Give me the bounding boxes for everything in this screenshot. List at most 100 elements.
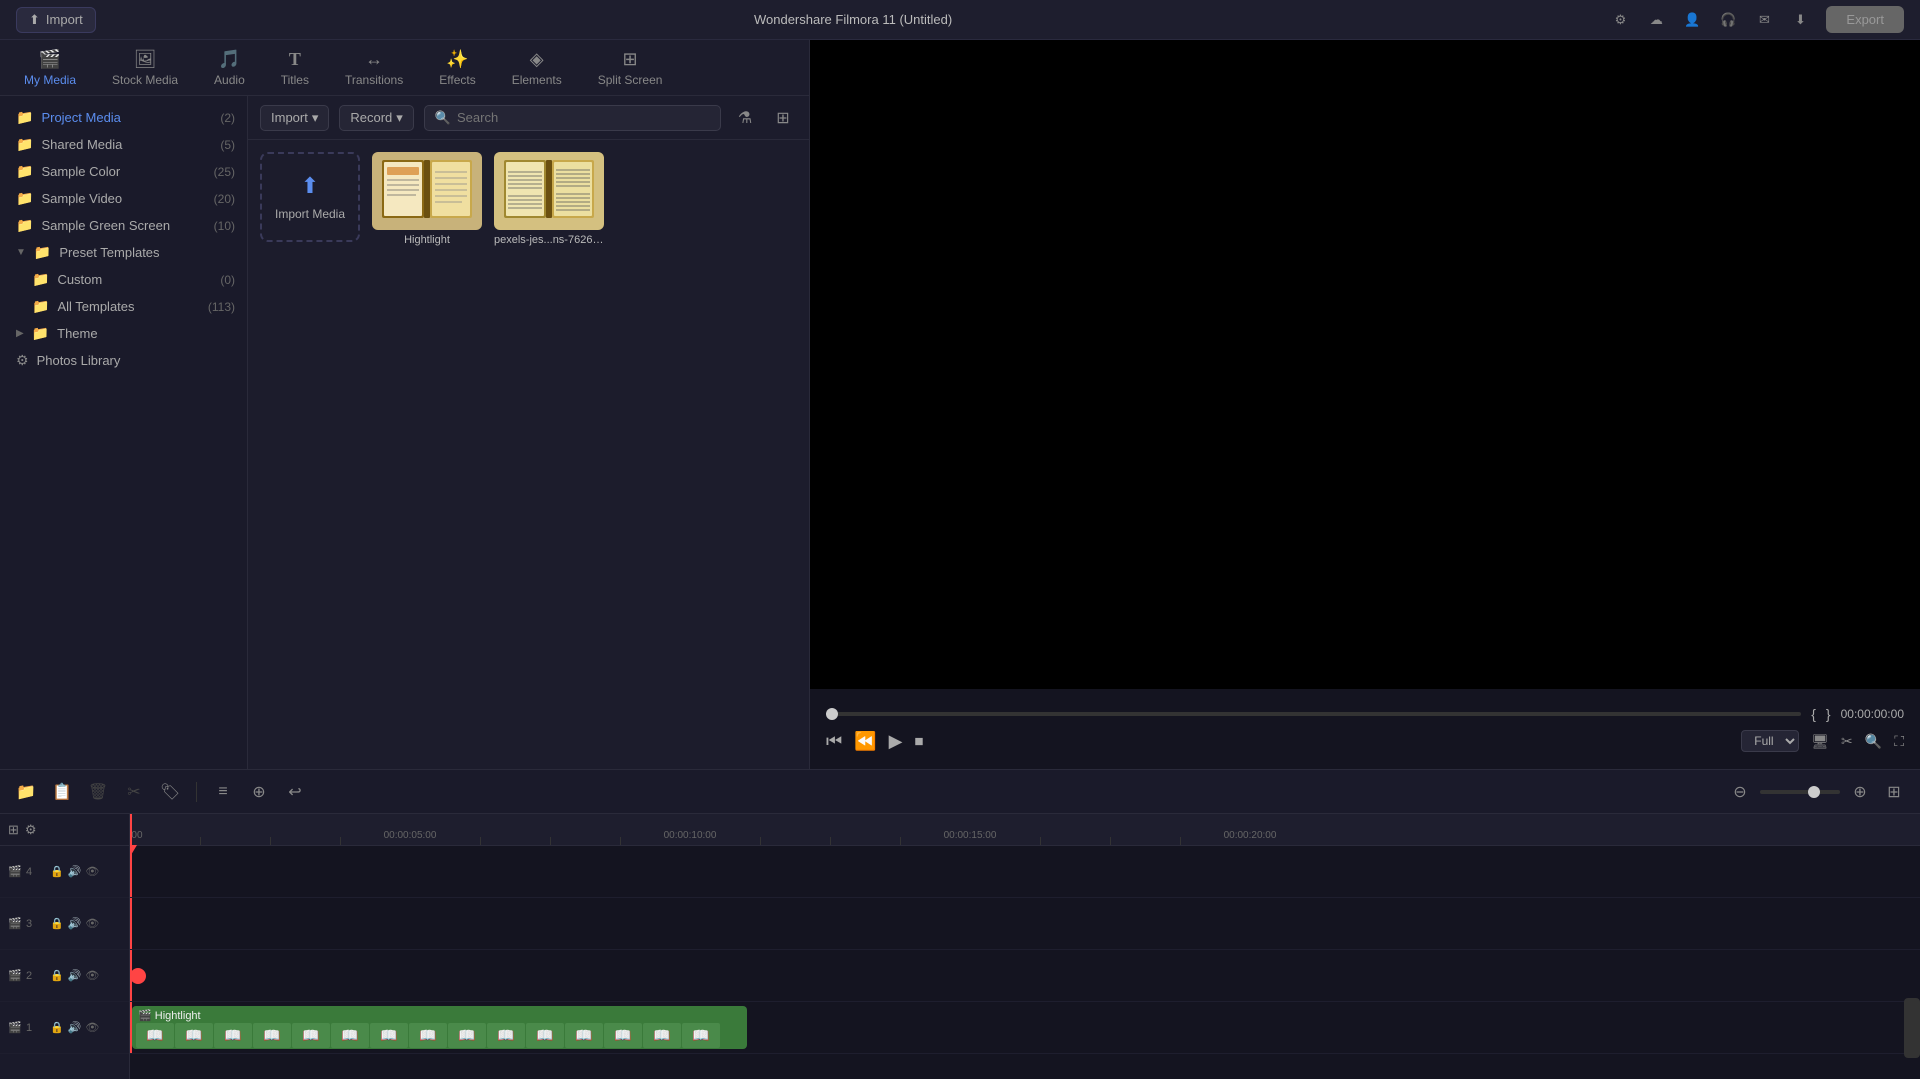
sidebar-item-project-media[interactable]: 📁 Project Media (2)	[0, 104, 247, 131]
mail-icon[interactable]: ✉	[1754, 10, 1774, 30]
track-2-eye-icon[interactable]: 👁	[85, 969, 99, 982]
track-4-lock-icon[interactable]: 🔒	[50, 865, 64, 878]
zoom-in-icon[interactable]: ⊕	[1846, 778, 1874, 806]
content-area: 📁 Project Media (2) 📁 Shared Media (5) 📁…	[0, 96, 809, 769]
tab-audio[interactable]: 🎵 Audio	[198, 45, 261, 91]
track-3-eye-icon[interactable]: 👁	[85, 917, 99, 930]
transitions-icon: ↔	[365, 49, 383, 70]
clip-frame-4: 📖	[253, 1023, 291, 1048]
theme-label: Theme	[57, 326, 235, 341]
media-thumb-pexels[interactable]: pexels-jes...ns-762687	[494, 152, 604, 246]
top-import-button[interactable]: ⬆ Import	[16, 7, 96, 33]
stop-button[interactable]: ⏹	[914, 731, 923, 752]
grid-icon[interactable]: ⊞	[769, 104, 797, 132]
track-2-video-icon: 🎬	[8, 969, 22, 982]
folder-icon-sample-video: 📁	[16, 190, 33, 207]
progress-thumb[interactable]	[826, 708, 838, 720]
track-row-2: 🎬 2 🔒 🔊 👁	[0, 950, 129, 1002]
filter-icon[interactable]: ⚗	[731, 104, 759, 132]
folder-icon-sample-color: 📁	[16, 163, 33, 180]
progress-track[interactable]	[826, 712, 1801, 716]
tl-magnet-icon[interactable]: ⊕	[245, 778, 273, 806]
playhead-3	[130, 898, 132, 949]
import-media-card[interactable]: ⬆ Import Media	[260, 152, 360, 242]
sidebar-item-sample-green-screen[interactable]: 📁 Sample Green Screen (10)	[0, 212, 247, 239]
tab-transitions[interactable]: ↔ Transitions	[329, 45, 419, 91]
step-back-button[interactable]: ⏮	[826, 731, 842, 752]
import-dropdown-label: Import	[271, 110, 308, 125]
ruler-tick-7	[620, 837, 621, 845]
tl-new-folder-icon[interactable]: 📁	[12, 778, 40, 806]
tl-add-icon[interactable]: 📋	[48, 778, 76, 806]
tl-align-icon[interactable]: ≡	[209, 778, 237, 806]
left-bracket-btn[interactable]: {	[1811, 706, 1816, 722]
headset-icon[interactable]: 🎧	[1718, 10, 1738, 30]
cloud-icon[interactable]: ☁	[1646, 10, 1666, 30]
frame-back-button[interactable]: ⏪	[854, 731, 876, 752]
sidebar-item-sample-color[interactable]: 📁 Sample Color (25)	[0, 158, 247, 185]
sidebar-item-photos-library[interactable]: ⚙ Photos Library	[0, 347, 247, 374]
track-1-audio-icon[interactable]: 🔊	[68, 1021, 82, 1034]
track-1-eye-icon[interactable]: 👁	[85, 1021, 99, 1034]
stock-media-icon: 🖼	[134, 49, 157, 70]
split-screen-label: Split Screen	[598, 73, 663, 87]
sidebar-item-preset-templates[interactable]: ▼ 📁 Preset Templates	[0, 239, 247, 266]
media-grid: ⬆ Import Media	[248, 140, 809, 769]
crop-icon[interactable]: ✂	[1841, 733, 1853, 750]
track-4-eye-icon[interactable]: 👁	[85, 865, 99, 878]
track-2-lock-icon[interactable]: 🔒	[50, 969, 64, 982]
zoom-fit-icon[interactable]: ⊞	[1880, 778, 1908, 806]
folder-icon-all-templates: 📁	[32, 298, 49, 315]
timeline-header-icon: ⊞	[8, 822, 19, 838]
ruler-tick-15	[1180, 837, 1181, 845]
track-1-lock-icon[interactable]: 🔒	[50, 1021, 64, 1034]
search-box[interactable]: 🔍	[424, 105, 721, 131]
import-button[interactable]: Import ▾	[260, 105, 329, 131]
tab-elements[interactable]: ◈ Elements	[496, 45, 578, 91]
all-templates-count: (113)	[208, 300, 235, 314]
user-icon[interactable]: 👤	[1682, 10, 1702, 30]
nav-tabs: 🎬 My Media 🖼 Stock Media 🎵 Audio T Title…	[0, 40, 809, 96]
ruler-tick-6	[550, 837, 551, 845]
record-button[interactable]: Record ▾	[339, 105, 413, 131]
sidebar-item-sample-video[interactable]: 📁 Sample Video (20)	[0, 185, 247, 212]
play-button[interactable]: ▶	[889, 731, 903, 752]
zoom-slider[interactable]	[1760, 790, 1840, 794]
zoom-out-icon[interactable]: ⊖	[1726, 778, 1754, 806]
tab-stock-media[interactable]: 🖼 Stock Media	[96, 45, 194, 91]
controls-row: ⏮ ⏪ ▶ ⏹ Full 1/2 1/4 🖥 ✂ 🔍 ⛶	[826, 730, 1904, 752]
zoom-in-icon[interactable]: 🔍	[1865, 733, 1882, 750]
tab-split-screen[interactable]: ⊞ Split Screen	[582, 45, 679, 91]
photos-library-label: Photos Library	[37, 353, 235, 368]
elements-icon: ◈	[530, 49, 544, 70]
search-input[interactable]	[457, 110, 710, 125]
tab-titles[interactable]: T Titles	[265, 45, 325, 91]
tl-tag-icon[interactable]: 🏷	[156, 778, 184, 806]
track-3-audio-icon[interactable]: 🔊	[68, 917, 82, 930]
sidebar-item-shared-media[interactable]: 📁 Shared Media (5)	[0, 131, 247, 158]
tab-effects[interactable]: ✨ Effects	[423, 45, 491, 91]
fullscreen-icon[interactable]: ⛶	[1894, 733, 1904, 750]
track-row-3: 🎬 3 🔒 🔊 👁	[0, 898, 129, 950]
settings-icon[interactable]: ⚙	[1610, 10, 1630, 30]
track-4-audio-icon[interactable]: 🔊	[68, 865, 82, 878]
sidebar-item-custom[interactable]: 📁 Custom (0)	[0, 266, 247, 293]
track-2-audio-icon[interactable]: 🔊	[68, 969, 82, 982]
media-thumb-hightlight[interactable]: Hightlight	[372, 152, 482, 246]
right-bracket-btn[interactable]: }	[1826, 706, 1831, 722]
monitor-icon[interactable]: 🖥	[1811, 733, 1829, 750]
sidebar-item-all-templates[interactable]: 📁 All Templates (113)	[0, 293, 247, 320]
tab-my-media[interactable]: 🎬 My Media	[8, 45, 92, 91]
import-icon: ⬆	[29, 12, 40, 28]
quality-select[interactable]: Full 1/2 1/4	[1741, 730, 1799, 752]
playhead-2	[130, 950, 132, 1001]
clip-frame-15: 📖	[682, 1023, 720, 1048]
timeline-settings-icon[interactable]: ⚙	[25, 822, 37, 838]
download-icon[interactable]: ⬇	[1790, 10, 1810, 30]
video-clip-hightlight[interactable]: 🎬 Hightlight 📖 📖 📖 📖 📖 📖 📖 📖 📖 📖	[132, 1006, 747, 1049]
scroll-thumb[interactable]	[1904, 998, 1920, 1058]
tl-undo-icon[interactable]: ↩	[281, 778, 309, 806]
sidebar-item-theme[interactable]: ▶ 📁 Theme	[0, 320, 247, 347]
export-button[interactable]: Export	[1826, 6, 1904, 33]
track-3-lock-icon[interactable]: 🔒	[50, 917, 64, 930]
